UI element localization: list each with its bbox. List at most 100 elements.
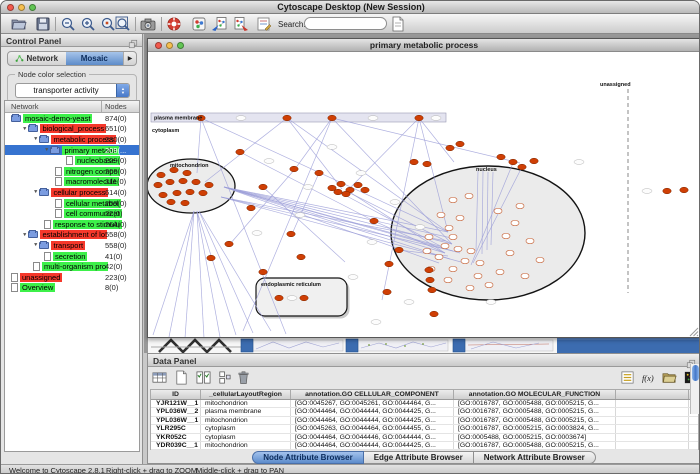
column-header[interactable]: annotation.GO CELLULAR_COMPONENT <box>291 390 454 399</box>
node-color-dropdown[interactable]: transporter activity ▲▼ <box>15 83 130 98</box>
network-node[interactable] <box>259 269 267 275</box>
network-node[interactable] <box>494 208 502 213</box>
network-node[interactable] <box>328 115 336 121</box>
network-node[interactable] <box>444 277 452 282</box>
network-node[interactable] <box>506 250 514 255</box>
network-canvas[interactable]: plasma membranecytoplasmmitochondrionnuc… <box>148 52 700 337</box>
network-node[interactable] <box>441 243 449 248</box>
new-attribute-icon[interactable] <box>174 370 189 385</box>
vizmapper-icon[interactable] <box>191 16 207 32</box>
network-node[interactable] <box>415 115 423 121</box>
table-row[interactable]: YLR295Ccytoplasm[GO:0045263, GO:0044464,… <box>151 425 698 433</box>
tab-mosaic[interactable]: Mosaic <box>66 52 124 65</box>
tree-row[interactable]: secretion41(0) <box>5 251 139 262</box>
network-node[interactable] <box>181 200 189 206</box>
tree-row[interactable]: response to stimulu264(0) <box>5 219 139 230</box>
tree-row[interactable]: nucleobase-209(0) <box>5 155 139 166</box>
network-node[interactable] <box>466 285 474 290</box>
advanced-search-icon[interactable] <box>390 16 406 32</box>
network-node[interactable] <box>290 166 298 172</box>
tab-network[interactable]: Network <box>8 52 66 65</box>
network-node[interactable] <box>283 115 291 121</box>
network-node[interactable] <box>461 258 469 263</box>
network-node[interactable] <box>449 197 457 202</box>
open-file-icon[interactable] <box>11 16 27 32</box>
network-node[interactable] <box>287 231 295 237</box>
network-node[interactable] <box>354 182 362 188</box>
network-node[interactable] <box>446 145 454 151</box>
tree-row[interactable]: unassigned223(0) <box>5 272 139 283</box>
tree-row[interactable]: macromolecule311(0) <box>5 177 139 188</box>
network-node[interactable] <box>315 170 323 176</box>
tree-row[interactable]: ▼metabolic process280(0) <box>5 134 139 145</box>
network-node[interactable] <box>435 254 443 259</box>
zoom-in-icon[interactable] <box>80 16 96 32</box>
network-node[interactable] <box>428 287 436 293</box>
zoom-selected-icon[interactable] <box>100 16 116 32</box>
expander-icon[interactable]: ▼ <box>33 137 38 142</box>
tree-row[interactable]: nitrogen compo209(0) <box>5 166 139 177</box>
network-node[interactable] <box>159 192 167 198</box>
network-node[interactable] <box>496 269 504 274</box>
network-node[interactable] <box>536 257 544 262</box>
network-node[interactable] <box>236 149 244 155</box>
function-builder-icon[interactable]: f(x) <box>641 370 656 385</box>
tab-network-attribute-browser[interactable]: Network Attribute Browser <box>474 451 596 464</box>
network-node[interactable] <box>509 159 517 165</box>
network-node[interactable] <box>207 255 215 261</box>
network-node[interactable] <box>192 179 200 185</box>
search-input[interactable] <box>304 17 387 30</box>
column-header[interactable]: ID <box>151 390 201 399</box>
delete-attribute-icon[interactable] <box>236 370 251 385</box>
network-node[interactable] <box>167 199 175 205</box>
network-node[interactable] <box>426 277 434 283</box>
network-node[interactable] <box>516 203 524 208</box>
help-icon[interactable] <box>166 16 182 32</box>
network-node[interactable] <box>166 179 174 185</box>
network-node[interactable] <box>449 234 457 239</box>
network-node[interactable] <box>530 158 538 164</box>
network-node[interactable] <box>410 159 418 165</box>
network-node[interactable] <box>385 261 393 267</box>
table-row[interactable]: YKR052Ccytoplasm[GO:0044464, GO:0044446,… <box>151 434 698 442</box>
network-node[interactable] <box>423 248 431 253</box>
tree-row[interactable]: ▼primary metabo209(... <box>5 145 139 156</box>
unselect-attributes-icon[interactable] <box>217 370 232 385</box>
network-node[interactable] <box>518 164 526 170</box>
network-node[interactable] <box>497 154 505 160</box>
save-icon[interactable] <box>35 16 51 32</box>
attribute-table-icon[interactable] <box>152 370 167 385</box>
tab-overflow-arrow[interactable]: ▶ <box>123 52 136 65</box>
network-window-titlebar[interactable]: primary metabolic process <box>148 39 700 52</box>
snapshot-icon[interactable] <box>140 16 156 32</box>
scrollbar-thumb[interactable] <box>692 365 699 381</box>
table-row[interactable]: YPL036W__1mitochondrion[GO:0044464, GO:0… <box>151 417 698 425</box>
network-node[interactable] <box>456 141 464 147</box>
network-node[interactable] <box>154 182 162 188</box>
network-node[interactable] <box>485 282 493 287</box>
tree-row[interactable]: ▼transport558(0) <box>5 240 139 251</box>
network-node[interactable] <box>425 234 433 239</box>
network-node[interactable] <box>430 311 438 317</box>
table-row[interactable]: YJR121W__1mitochondrion[GO:0045267, GO:0… <box>151 400 698 408</box>
network-node[interactable] <box>157 172 165 178</box>
network-node[interactable] <box>183 170 191 176</box>
expander-icon[interactable]: ▼ <box>33 190 38 195</box>
export-network-icon[interactable] <box>233 16 249 32</box>
network-node[interactable] <box>300 295 308 301</box>
column-header[interactable] <box>616 390 689 399</box>
network-node[interactable] <box>502 233 510 238</box>
network-node[interactable] <box>465 193 473 198</box>
network-node[interactable] <box>521 273 529 278</box>
network-node[interactable] <box>297 254 305 260</box>
tree-row[interactable]: ▼cellular process614(0) <box>5 187 139 198</box>
network-node[interactable] <box>425 267 433 273</box>
tree-row[interactable]: ▼biological_process651(0) <box>5 124 139 135</box>
tree-row[interactable]: ▼establishment of lo558(0) <box>5 230 139 241</box>
network-node[interactable] <box>423 161 431 167</box>
zoom-fit-icon[interactable] <box>115 16 131 32</box>
import-network-icon[interactable] <box>211 16 227 32</box>
network-node[interactable] <box>383 289 391 295</box>
attribute-list-icon[interactable] <box>620 370 635 385</box>
network-node[interactable] <box>511 220 519 225</box>
